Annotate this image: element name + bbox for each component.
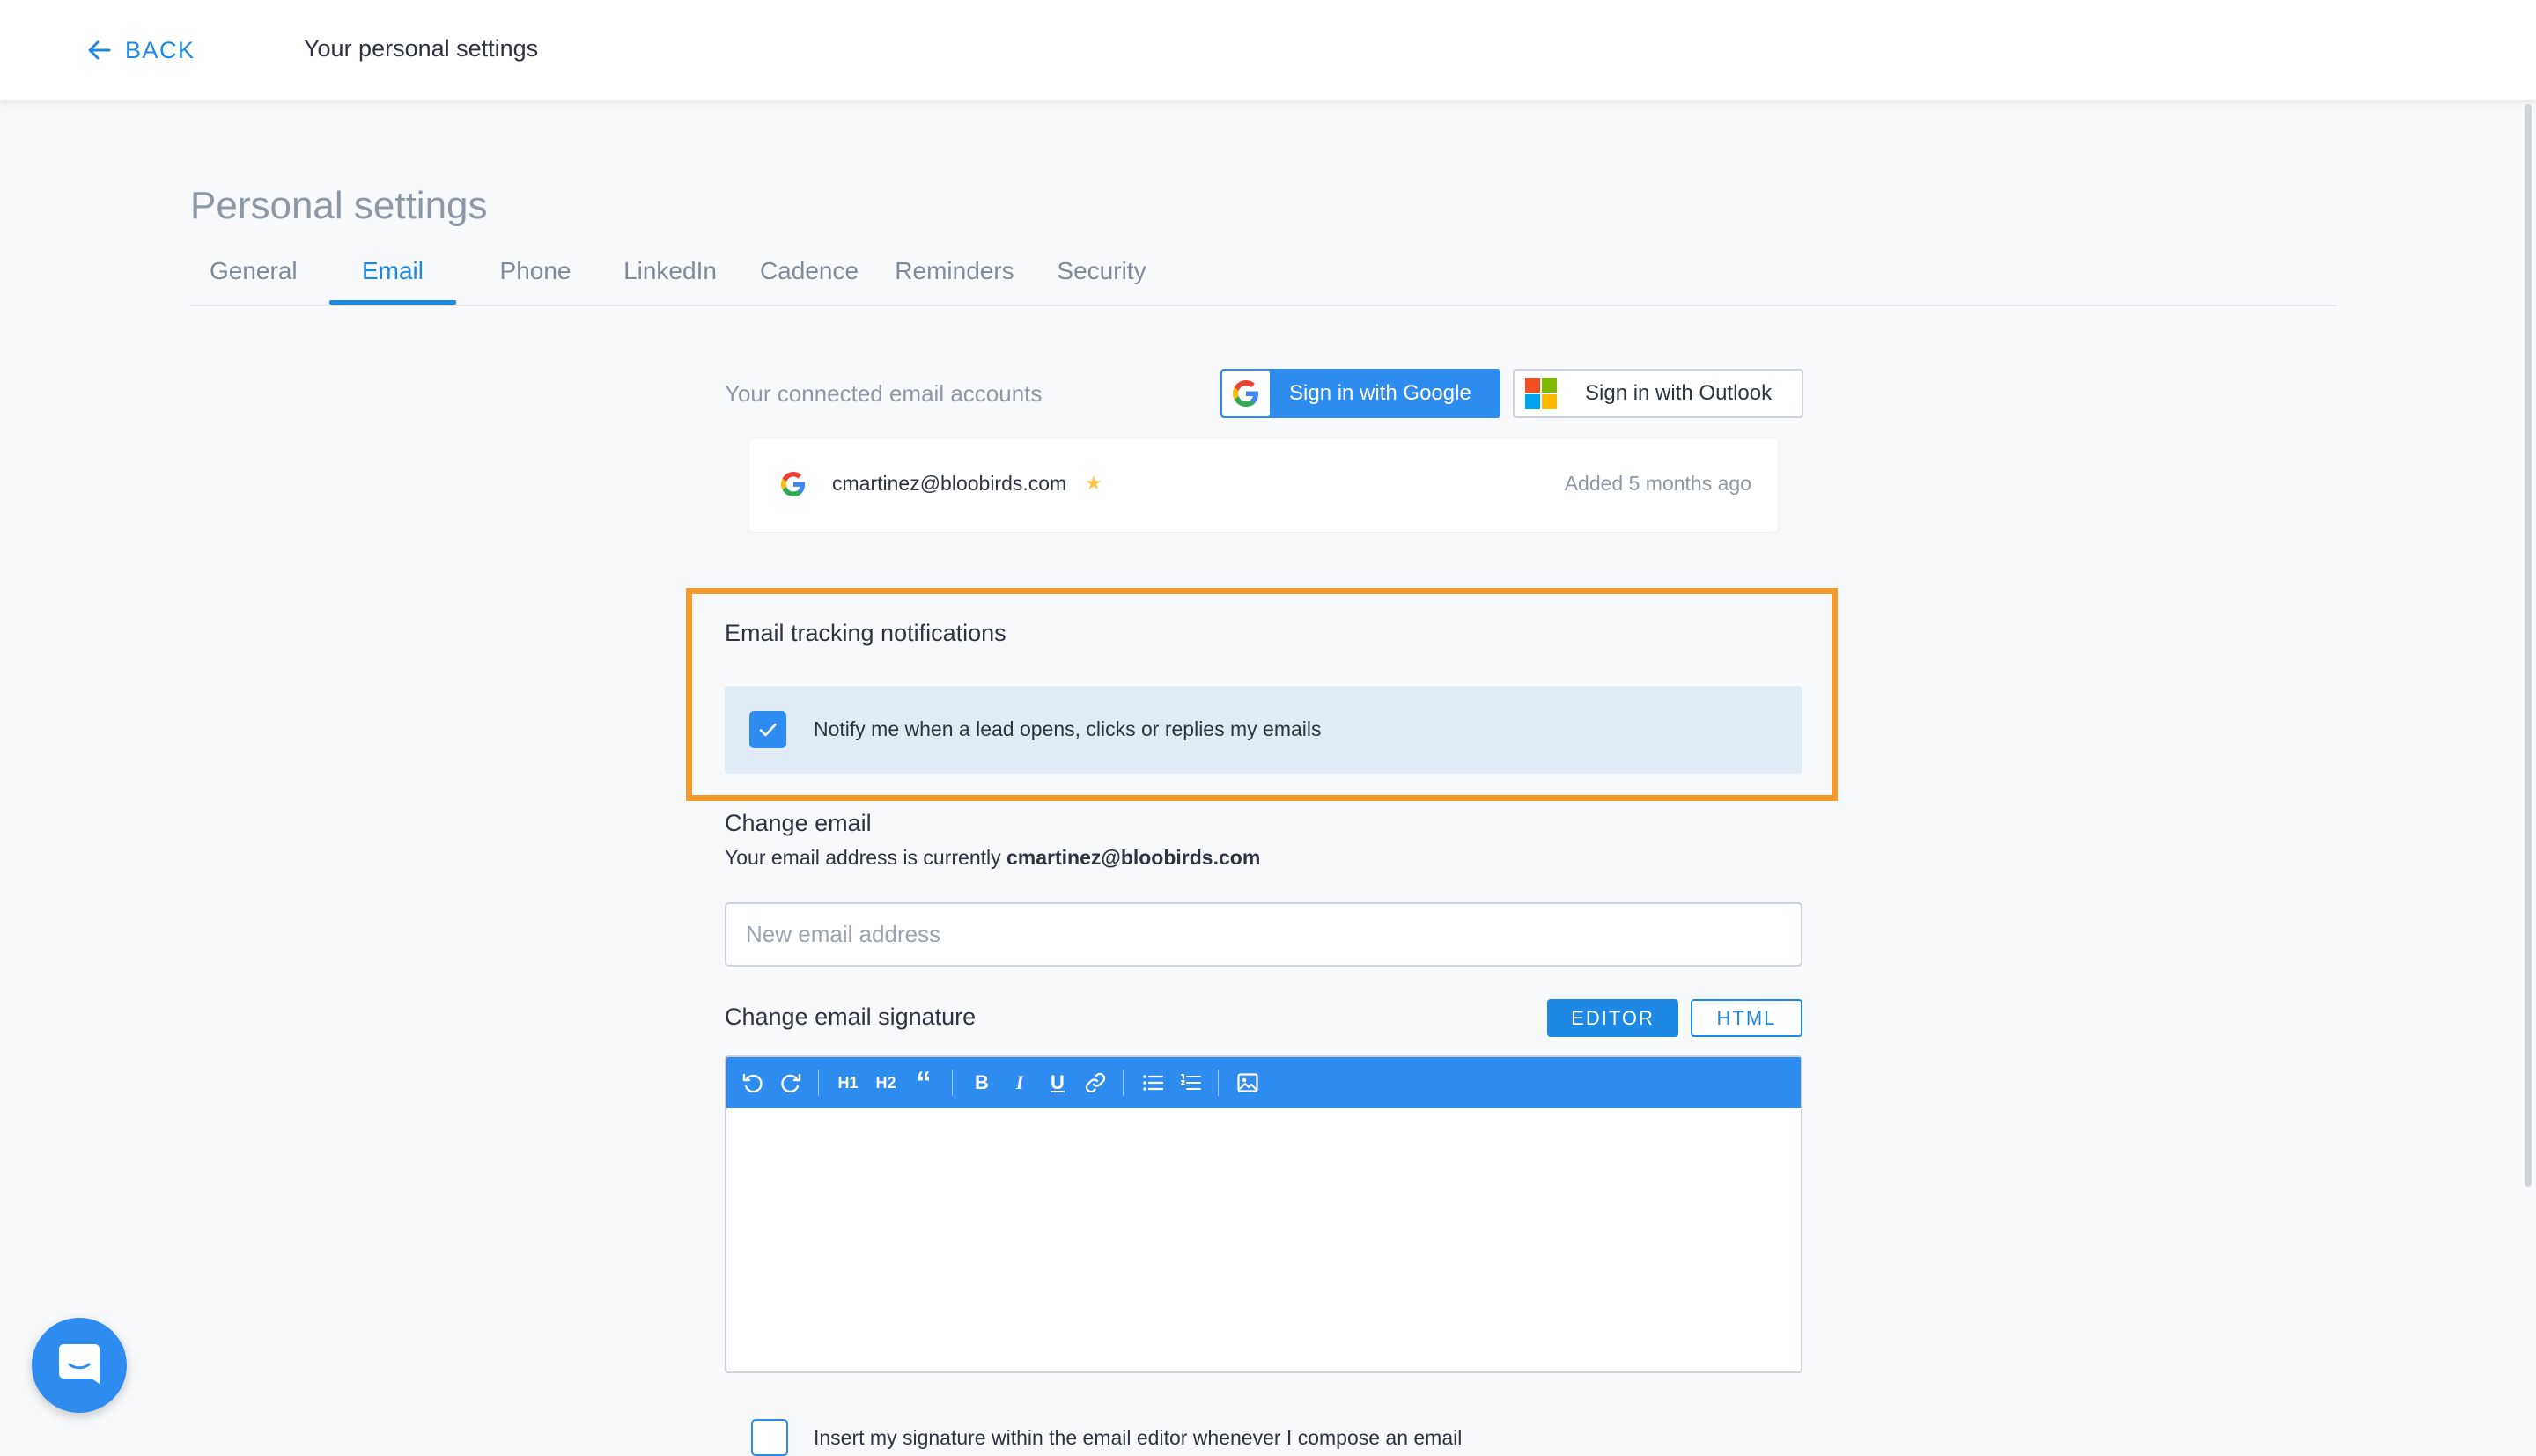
sign-in-google-button[interactable]: Sign in with Google <box>1220 369 1500 418</box>
change-email-title: Change email <box>725 810 872 836</box>
tab-security[interactable]: Security <box>1055 252 1148 303</box>
account-email: cmartinez@bloobirds.com <box>832 472 1067 495</box>
checkmark-icon <box>759 723 777 737</box>
tab-phone[interactable]: Phone <box>495 252 576 303</box>
redo-icon[interactable] <box>777 1069 805 1097</box>
microsoft-logo-icon <box>1525 378 1557 409</box>
tab-general[interactable]: General <box>210 252 298 303</box>
arrow-left-icon <box>88 40 111 60</box>
editor-toolbar: H1 H2 “ B I U <box>726 1057 1801 1108</box>
numbered-list-icon[interactable] <box>1176 1069 1205 1097</box>
italic-icon[interactable]: I <box>1006 1069 1034 1097</box>
undo-icon[interactable] <box>739 1069 767 1097</box>
insert-signature-checkbox[interactable] <box>751 1419 788 1456</box>
notify-checkbox[interactable] <box>749 711 786 748</box>
top-bar: BACK Your personal settings <box>0 0 2536 100</box>
underline-icon[interactable]: U <box>1043 1069 1072 1097</box>
sign-in-google-label: Sign in with Google <box>1289 381 1471 405</box>
toolbar-divider <box>1123 1070 1124 1096</box>
back-label: BACK <box>125 36 195 63</box>
chat-launcher-button[interactable] <box>32 1318 127 1413</box>
tab-reminders[interactable]: Reminders <box>895 252 1014 303</box>
scrollbar-thumb[interactable] <box>2525 104 2532 1187</box>
account-added-date: Added 5 months ago <box>1564 472 1751 495</box>
google-logo-icon <box>1222 371 1270 416</box>
connected-accounts-label: Your connected email accounts <box>725 380 1043 407</box>
bulleted-list-icon[interactable] <box>1139 1069 1167 1097</box>
sign-in-outlook-label: Sign in with Outlook <box>1585 381 1773 405</box>
tab-cadence[interactable]: Cadence <box>759 252 859 303</box>
editor-mode-button[interactable]: EDITOR <box>1547 999 1678 1037</box>
tracking-section-title: Email tracking notifications <box>725 620 1006 646</box>
chat-icon <box>56 1342 102 1389</box>
connected-account-item: cmartinez@bloobirds.com ★ Added 5 months… <box>749 438 1778 532</box>
new-email-input[interactable] <box>725 902 1802 967</box>
change-email-description: Your email address is currently cmartine… <box>725 846 1260 870</box>
toolbar-divider <box>818 1070 819 1096</box>
toolbar-divider <box>952 1070 953 1096</box>
toolbar-divider <box>1218 1070 1219 1096</box>
quote-icon[interactable]: “ <box>910 1068 938 1098</box>
signature-editor: H1 H2 “ B I U <box>725 1055 1802 1373</box>
back-button[interactable]: BACK <box>88 33 195 67</box>
settings-tabs: General Email Phone LinkedIn Cadence Rem… <box>190 252 2337 306</box>
star-icon: ★ <box>1085 472 1102 494</box>
signature-title: Change email signature <box>725 1004 977 1030</box>
page-title: Personal settings <box>190 184 488 228</box>
h1-icon[interactable]: H1 <box>834 1069 862 1097</box>
bold-icon[interactable]: B <box>968 1069 996 1097</box>
insert-signature-label: Insert my signature within the email edi… <box>814 1426 1463 1449</box>
header-title: Your personal settings <box>304 35 539 62</box>
sign-in-outlook-button[interactable]: Sign in with Outlook <box>1513 369 1803 418</box>
google-logo-icon <box>781 472 806 496</box>
signature-editor-area[interactable] <box>726 1108 1801 1371</box>
current-email: cmartinez@bloobirds.com <box>1006 846 1261 869</box>
link-icon[interactable] <box>1081 1069 1110 1097</box>
tracking-option-row[interactable]: Notify me when a lead opens, clicks or r… <box>725 686 1802 774</box>
notify-option-label: Notify me when a lead opens, clicks or r… <box>814 717 1322 740</box>
tab-linkedin[interactable]: LinkedIn <box>622 252 719 303</box>
image-icon[interactable] <box>1234 1069 1262 1097</box>
tab-email[interactable]: Email <box>329 252 456 305</box>
html-mode-button[interactable]: HTML <box>1691 999 1802 1037</box>
change-email-desc-prefix: Your email address is currently <box>725 846 1007 869</box>
scrollbar[interactable] <box>2520 100 2536 1445</box>
h2-icon[interactable]: H2 <box>872 1069 900 1097</box>
